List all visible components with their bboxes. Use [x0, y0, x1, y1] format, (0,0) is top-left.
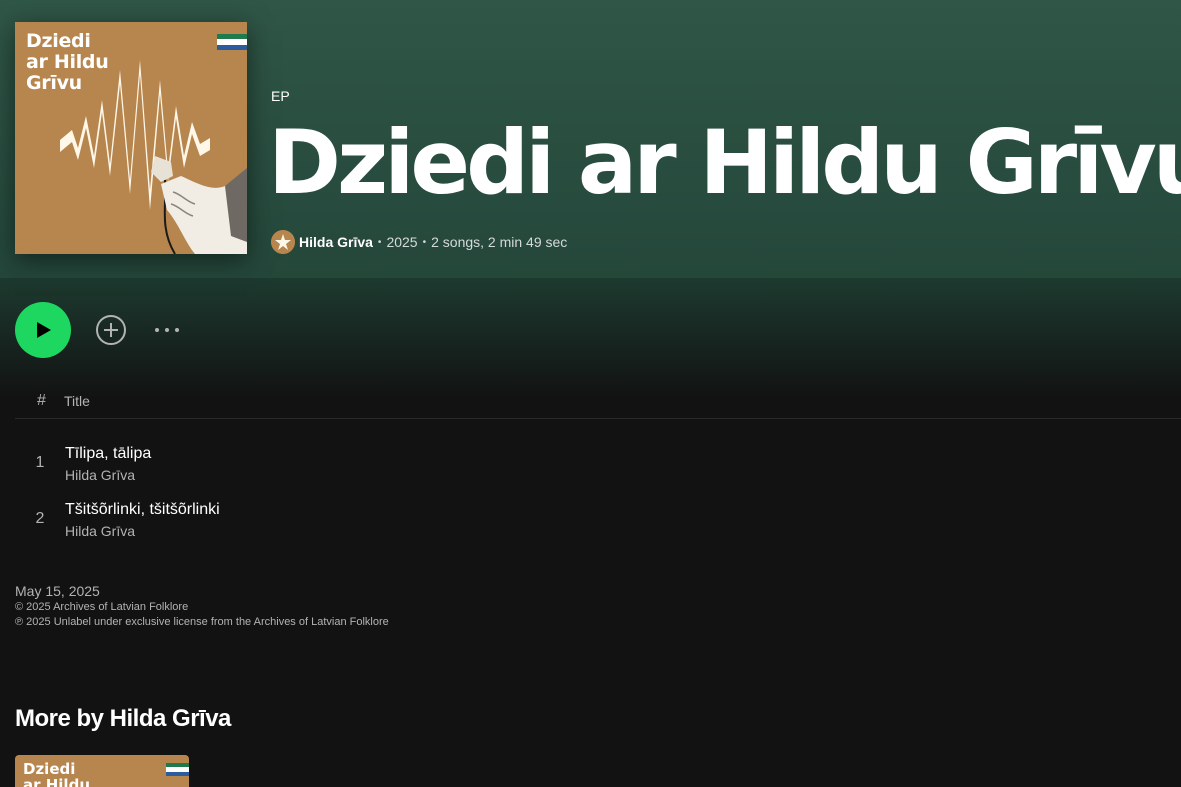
release-year: 2025	[386, 234, 418, 250]
track-row[interactable]: 1 Tīlipa, tālipa Hilda Grīva	[15, 436, 1181, 492]
microphone-hand-graphic	[151, 156, 247, 254]
album-page: Dziedi ar Hildu Grīvu EP Dziedi ar Hildu…	[0, 0, 1181, 787]
album-title: Dziedi ar Hildu Grīvu	[268, 111, 1181, 214]
copyright-text: © 2025 Archives of Latvian Folklore	[15, 601, 189, 613]
album-cover: Dziedi ar Hildu Grīvu	[15, 22, 247, 254]
track-artist[interactable]: Hilda Grīva	[65, 523, 135, 539]
album-meta: Hilda Grīva • 2025 • 2 songs, 2 min 49 s…	[271, 230, 567, 254]
add-to-library-button[interactable]	[95, 314, 127, 346]
artist-avatar-icon	[271, 230, 295, 254]
cover-title-line-1: Dziedi	[26, 30, 91, 52]
release-date: May 15, 2025	[15, 583, 100, 599]
track-number: 2	[35, 510, 45, 527]
meta-separator: •	[377, 236, 382, 248]
card-cover-title-line-1: Dziedi	[23, 760, 76, 778]
card-cover-title: Dziedi ar Hildu	[23, 761, 90, 787]
artist-avatar[interactable]	[271, 230, 295, 254]
track-artist[interactable]: Hilda Grīva	[65, 467, 135, 483]
meta-separator: •	[422, 236, 427, 248]
card-cover-title-line-2: ar Hildu	[23, 776, 90, 787]
more-options-icon	[155, 328, 179, 332]
phonogram-text: ℗ 2025 Unlabel under exclusive license f…	[15, 616, 389, 628]
track-title[interactable]: Tīlipa, tālipa	[65, 445, 151, 463]
play-button[interactable]	[15, 302, 71, 358]
tracklist-header: # Title	[15, 384, 1181, 419]
more-by-heading[interactable]: More by Hilda Grīva	[15, 705, 231, 733]
play-icon	[37, 322, 51, 338]
more-options-button[interactable]	[150, 318, 184, 342]
flag-icon	[217, 34, 247, 50]
flag-icon	[166, 763, 189, 776]
artist-link[interactable]: Hilda Grīva	[299, 234, 373, 250]
add-circle-icon	[96, 315, 126, 345]
track-title[interactable]: Tšitšõrlinki, tšitšõrlinki	[65, 501, 220, 519]
title-header: Title	[64, 393, 90, 409]
track-row[interactable]: 2 Tšitšõrlinki, tšitšõrlinki Hilda Grīva	[15, 492, 1181, 548]
more-by-album-card[interactable]: Dziedi ar Hildu	[15, 755, 189, 787]
track-number: 1	[35, 454, 45, 471]
album-type-label: EP	[271, 88, 290, 104]
track-number-header: #	[37, 392, 46, 409]
album-summary: 2 songs, 2 min 49 sec	[431, 234, 568, 250]
